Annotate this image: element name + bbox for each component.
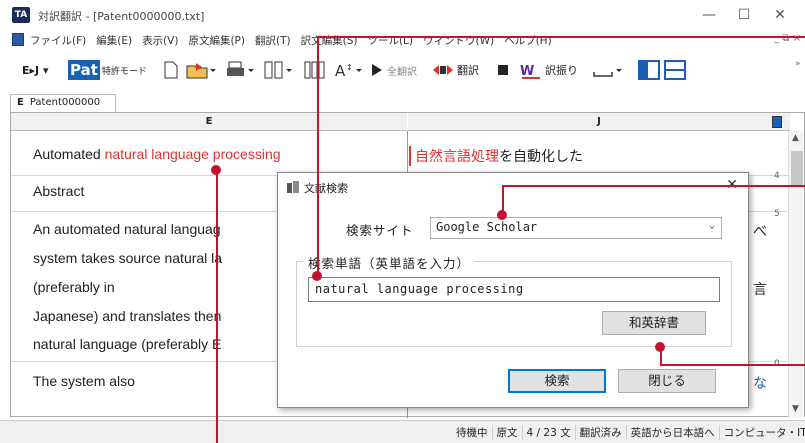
search-site-label: 検索サイト: [346, 223, 414, 238]
font-size-icon[interactable]: A ↕: [334, 60, 364, 80]
status-field: コンピュータ・IT: [723, 427, 805, 439]
search-button[interactable]: 検索: [508, 369, 606, 393]
callout-dot: [497, 210, 507, 220]
search-site-select[interactable]: Google Scholar ⌄: [430, 217, 722, 239]
app-logo-icon: TA: [12, 7, 30, 23]
new-document-icon[interactable]: [164, 60, 178, 80]
search-term-input[interactable]: natural language processing: [308, 277, 720, 302]
source-sentence[interactable]: Abstract: [33, 183, 84, 199]
close-button[interactable]: ✕: [760, 4, 800, 26]
translate-all-button[interactable]: 全翻訳: [370, 60, 417, 80]
window-title: 対訳翻訳 - [Patent0000000.txt]: [38, 10, 205, 23]
dialog-title: 文献検索: [304, 182, 348, 195]
status-direction: 英語から日本語へ: [627, 425, 720, 440]
menu-file[interactable]: ファイル(F): [30, 33, 86, 48]
source-sentence[interactable]: Japanese) and translates then: [33, 308, 221, 324]
dialog-app-icon: [286, 180, 300, 197]
pane-layout-icon[interactable]: [638, 60, 660, 80]
scroll-thumb[interactable]: [791, 151, 803, 185]
vertical-scrollbar[interactable]: ▲ ▼: [788, 131, 804, 418]
target-fragment: べ: [753, 224, 767, 240]
translate-all-label: 全翻訳: [387, 66, 417, 78]
source-sentence[interactable]: natural language (preferably E: [33, 336, 221, 352]
source-text: Automated: [33, 146, 105, 162]
search-site-value: Google Scholar: [436, 220, 538, 234]
minimize-button[interactable]: —: [689, 4, 729, 26]
column-toggle-icon[interactable]: [772, 116, 782, 128]
dialog-title-bar: 文献検索 ✕: [278, 173, 748, 201]
translate-button[interactable]: 翻訳: [432, 60, 479, 80]
ruler-mark: 5: [774, 209, 780, 219]
source-sentence[interactable]: The system also: [33, 373, 135, 389]
menu-edit[interactable]: 編集(E): [96, 33, 132, 48]
callout-dot: [211, 165, 221, 175]
status-sentence-count: 4 / 23 文: [523, 425, 576, 440]
title-bar: TA 対訳翻訳 - [Patent0000000.txt] — ☐ ✕: [0, 0, 805, 30]
literature-search-dialog: 文献検索 ✕ 検索サイト Google Scholar ⌄ 検索単語（英単語を入…: [277, 172, 749, 408]
status-pane: 原文: [493, 425, 523, 440]
highlighted-term[interactable]: natural language processing: [105, 146, 281, 162]
stop-icon[interactable]: [496, 60, 510, 80]
menu-source-edit[interactable]: 原文編集(P): [188, 33, 245, 48]
open-folder-icon[interactable]: [186, 60, 216, 80]
callout-dot: [655, 342, 665, 352]
document-tab[interactable]: E Patent000000: [10, 94, 116, 112]
callout-line: [317, 36, 319, 276]
search-term-label: 検索単語（英単語を入力）: [304, 253, 475, 272]
callout-line: [216, 170, 218, 443]
menu-bar: ファイル(F) 編集(E) 表示(V) 原文編集(P) 翻訳(T) 訳文編集(S…: [0, 30, 805, 50]
assign-translation-button[interactable]: W 訳振り: [520, 60, 578, 80]
japanese-english-dictionary-button[interactable]: 和英辞書: [602, 311, 706, 335]
target-column-header: J: [408, 113, 790, 131]
direction-dropdown[interactable]: E▸J ▾: [22, 60, 48, 80]
split-view-icon[interactable]: [664, 60, 686, 80]
callout-line: [660, 364, 805, 366]
pat-logo-icon: Pat: [68, 60, 100, 80]
maximize-button[interactable]: ☐: [724, 4, 764, 26]
target-fragment: な: [753, 376, 767, 392]
ruler-mark: 4: [774, 171, 780, 181]
source-sentence[interactable]: An automated natural languag: [33, 221, 221, 237]
source-sentence[interactable]: system takes source natural la: [33, 250, 222, 266]
print-icon[interactable]: [226, 60, 256, 80]
svg-text:↕: ↕: [346, 63, 353, 72]
tab-language-letter: E: [17, 97, 24, 108]
mdi-controls[interactable]: _ ⧉ ×: [774, 33, 801, 44]
callout-line: [502, 185, 805, 187]
source-column-header: E: [11, 113, 407, 131]
tab-filename: Patent000000: [29, 97, 101, 108]
document-icon: [12, 33, 24, 46]
toolbar: E▸J ▾ Pat 特許モード A ↕ 全翻訳 翻訳 W 訳振り »: [0, 52, 805, 88]
scroll-up-icon[interactable]: ▲: [792, 133, 799, 143]
menu-translate[interactable]: 翻訳(T): [255, 33, 291, 48]
svg-text:W: W: [520, 64, 534, 79]
source-sentence[interactable]: (preferably in: [33, 279, 115, 295]
patent-mode-button[interactable]: Pat 特許モード: [68, 60, 147, 80]
status-items: 待機中 原文 4 / 23 文 翻訳済み 英語から日本語へ コンピュータ・IT: [452, 425, 805, 440]
three-column-layout-icon[interactable]: [304, 60, 326, 80]
patent-mode-label: 特許モード: [101, 66, 147, 77]
dialog-close-button[interactable]: 閉じる: [618, 369, 716, 393]
toolbar-overflow-icon[interactable]: »: [795, 54, 801, 74]
svg-text:A: A: [335, 62, 346, 79]
source-sentence[interactable]: Automated natural language processing: [33, 146, 281, 162]
status-state: 待機中: [452, 425, 493, 440]
status-bar: 待機中 原文 4 / 23 文 翻訳済み 英語から日本語へ コンピュータ・IT: [0, 420, 805, 443]
space-dropdown-icon[interactable]: [592, 60, 624, 80]
highlighted-translation[interactable]: 自然言語処理: [415, 149, 499, 165]
callout-line: [317, 36, 805, 38]
status-translated: 翻訳済み: [576, 425, 627, 440]
scroll-down-icon[interactable]: ▼: [792, 404, 799, 414]
menu-view[interactable]: 表示(V): [142, 33, 178, 48]
callout-dot: [312, 271, 322, 281]
line-ruler: 4 5 0: [774, 131, 788, 418]
target-fragment: 言: [753, 282, 767, 298]
target-sentence[interactable]: 自然言語処理を自動化した: [409, 146, 583, 166]
chevron-down-icon: ⌄: [708, 220, 715, 231]
assign-label: 訳振り: [545, 64, 578, 77]
two-column-layout-icon[interactable]: [264, 60, 294, 80]
target-text: を自動化した: [499, 149, 583, 165]
translate-label: 翻訳: [457, 64, 479, 77]
